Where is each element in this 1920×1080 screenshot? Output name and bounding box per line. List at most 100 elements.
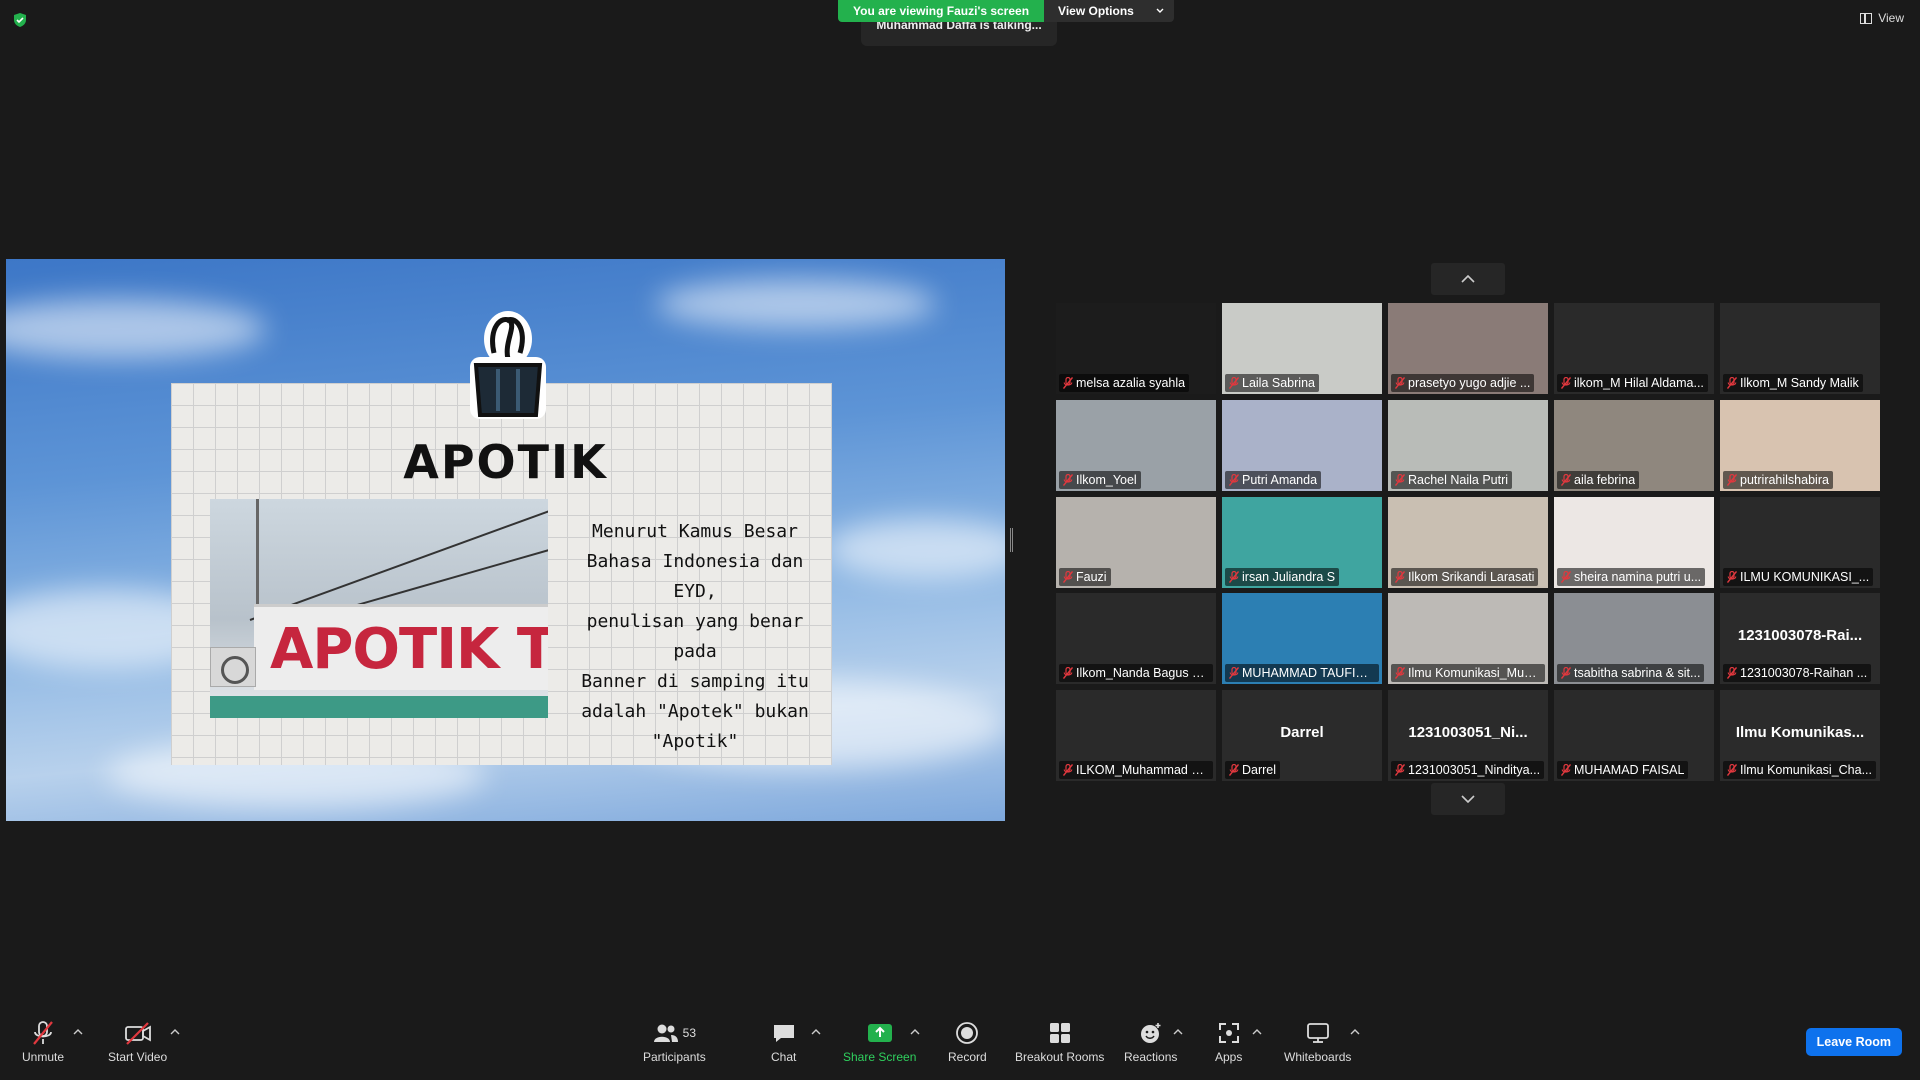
chat-label: Chat: [771, 1050, 797, 1064]
photo-banner-text: APOTIK TAN: [270, 617, 548, 682]
reactions-options-caret-icon[interactable]: [1173, 1028, 1183, 1036]
whiteboards-options-caret-icon[interactable]: [1350, 1028, 1360, 1036]
participant-name-label: Ilmu Komunikasi_Muh...: [1391, 664, 1545, 683]
leave-room-button[interactable]: Leave Room: [1805, 1028, 1902, 1056]
participant-name-label: Putri Amanda: [1225, 470, 1322, 489]
participant-tile[interactable]: Ilmu Komunikas... Ilmu Komunikasi_Cha...: [1720, 690, 1880, 781]
microphone-muted-icon: [1561, 764, 1571, 776]
participant-name-label: Ilmu Komunikasi_Cha...: [1723, 761, 1877, 779]
apps-button[interactable]: Apps: [1215, 1020, 1242, 1064]
participant-name: Putri Amanda: [1242, 472, 1318, 487]
split-resize-handle[interactable]: [1010, 528, 1013, 552]
record-button[interactable]: Record: [948, 1020, 987, 1064]
whiteboards-button[interactable]: Whiteboards: [1284, 1020, 1351, 1064]
participant-name: Fauzi: [1076, 569, 1107, 584]
participant-tile[interactable]: melsa azalia syahla: [1056, 303, 1216, 394]
participant-tile[interactable]: prasetyo yugo adjie ...: [1388, 303, 1548, 394]
chevron-up-icon: [1461, 275, 1475, 283]
participant-name: 1231003051_Ninditya...: [1408, 763, 1541, 777]
participant-tile[interactable]: Putri Amanda: [1222, 399, 1382, 491]
participants-icon: [653, 1024, 678, 1042]
gallery-scroll-down-button[interactable]: [1431, 783, 1505, 815]
zoom-meeting-window: Muhammad Daffa is talking... You are vie…: [0, 0, 1920, 1080]
participant-tile[interactable]: Ilkom_M Sandy Malik: [1720, 303, 1880, 394]
participant-tile[interactable]: Ilkom_Yoel: [1056, 399, 1216, 491]
participant-name-label: ilkom_M Hilal Aldama...: [1557, 374, 1708, 392]
slide-body-line: adalah "Apotek" bukan: [581, 701, 809, 722]
participant-tile[interactable]: ILMU KOMUNIKASI_...: [1720, 496, 1880, 588]
participant-name: irsan Juliandra S: [1242, 569, 1336, 584]
unmute-button[interactable]: Unmute: [22, 1020, 64, 1064]
share-options-caret-icon[interactable]: [910, 1028, 920, 1036]
participant-tile[interactable]: ILKOM_Muhammad D...: [1056, 690, 1216, 781]
share-screen-icon: [867, 1024, 892, 1042]
participant-tile[interactable]: irsan Juliandra S: [1222, 496, 1382, 588]
participant-tile[interactable]: Laila Sabrina: [1222, 303, 1382, 394]
participant-name-label: melsa azalia syahla: [1059, 374, 1190, 392]
microphone-muted-icon: [1727, 377, 1737, 389]
microphone-muted-icon: [1229, 667, 1239, 680]
breakout-rooms-icon: [1049, 1023, 1070, 1043]
apps-options-caret-icon[interactable]: [1252, 1028, 1262, 1036]
audio-options-caret-icon[interactable]: [73, 1028, 83, 1036]
reactions-button[interactable]: Reactions: [1124, 1020, 1177, 1064]
participant-name-label: Ilkom_Nanda Bagus S...: [1059, 664, 1213, 683]
participant-tile[interactable]: Ilmu Komunikasi_Muh...: [1388, 593, 1548, 685]
slide-body-line: Menurut Kamus Besar: [592, 521, 798, 542]
participant-tile[interactable]: Ilkom_Nanda Bagus S...: [1056, 593, 1216, 685]
participant-tile[interactable]: MUHAMMAD TAUFIQ...: [1222, 593, 1382, 685]
participant-name: prasetyo yugo adjie ...: [1408, 376, 1531, 390]
participant-tile[interactable]: Darrel Darrel: [1222, 690, 1382, 781]
share-screen-button[interactable]: Share Screen: [843, 1020, 916, 1064]
participant-tile[interactable]: 1231003078-Rai... 1231003078-Raihan ...: [1720, 593, 1880, 685]
start-video-button[interactable]: Start Video: [108, 1020, 167, 1064]
microphone-muted-icon: [1727, 667, 1737, 680]
gallery-scroll-up-button[interactable]: [1431, 263, 1505, 295]
video-off-icon: [124, 1022, 151, 1045]
participant-tile[interactable]: Fauzi: [1056, 496, 1216, 588]
participant-display-name: Ilmu Komunikas...: [1735, 724, 1865, 741]
participant-tile[interactable]: putrirahilshabira: [1720, 399, 1880, 491]
participant-name: Ilkom_Yoel: [1076, 472, 1137, 487]
microphone-muted-icon: [1395, 377, 1405, 389]
participant-name-label: tsabitha sabrina & sit...: [1557, 664, 1705, 683]
participant-tile[interactable]: ilkom_M Hilal Aldama...: [1554, 303, 1714, 394]
chat-button[interactable]: Chat: [771, 1020, 796, 1064]
participant-tile[interactable]: sheira namina putri u...: [1554, 496, 1714, 588]
participant-name: ILMU KOMUNIKASI_...: [1740, 569, 1870, 584]
encryption-shield-icon[interactable]: [12, 12, 28, 28]
participant-name: Laila Sabrina: [1242, 376, 1315, 390]
participant-name: 1231003078-Raihan ...: [1740, 666, 1868, 681]
view-options-button[interactable]: View Options: [1044, 0, 1174, 22]
breakout-rooms-button[interactable]: Breakout Rooms: [1015, 1020, 1104, 1064]
participant-tile[interactable]: tsabitha sabrina & sit...: [1554, 593, 1714, 685]
shared-screen-content[interactable]: APOTIK APOTIK TAN Menurut Kamus Besar Ba…: [6, 259, 1005, 821]
view-layout-button[interactable]: View: [1860, 11, 1904, 25]
participant-name: ilkom_M Hilal Aldama...: [1574, 376, 1704, 390]
chevron-down-icon: [1156, 8, 1164, 13]
participant-display-name: 1231003051_Ni...: [1408, 724, 1528, 741]
meeting-toolbar: Unmute Start Video 53 Participants Chat …: [0, 1012, 1920, 1080]
participant-tile[interactable]: Ilkom Srikandi Larasati: [1388, 496, 1548, 588]
participant-name-label: Ilkom Srikandi Larasati: [1391, 567, 1539, 586]
whiteboards-label: Whiteboards: [1284, 1050, 1352, 1064]
unmute-label: Unmute: [22, 1050, 65, 1064]
microphone-muted-icon: [1063, 570, 1073, 583]
participant-tile[interactable]: 1231003051_Ni... 1231003051_Ninditya...: [1388, 690, 1548, 781]
chat-options-caret-icon[interactable]: [811, 1028, 821, 1036]
participants-count: 53: [682, 1026, 697, 1040]
participant-name-label: 1231003078-Raihan ...: [1723, 664, 1872, 683]
share-screen-label: Share Screen: [843, 1050, 917, 1064]
microphone-muted-icon: [1561, 570, 1571, 583]
video-options-caret-icon[interactable]: [170, 1028, 180, 1036]
sky-cloud: [826, 519, 1005, 579]
microphone-muted-icon: [1395, 473, 1405, 486]
participant-tile[interactable]: aila febrina: [1554, 399, 1714, 491]
participants-label: Participants: [643, 1050, 706, 1064]
participant-tile[interactable]: MUHAMAD FAISAL: [1554, 690, 1714, 781]
microphone-muted-icon: [1229, 764, 1239, 776]
participants-button[interactable]: 53 Participants: [643, 1020, 706, 1064]
participant-name: Ilkom Srikandi Larasati: [1408, 569, 1535, 584]
participant-tile[interactable]: Rachel Naila Putri: [1388, 399, 1548, 491]
view-layout-label: View: [1878, 11, 1904, 25]
